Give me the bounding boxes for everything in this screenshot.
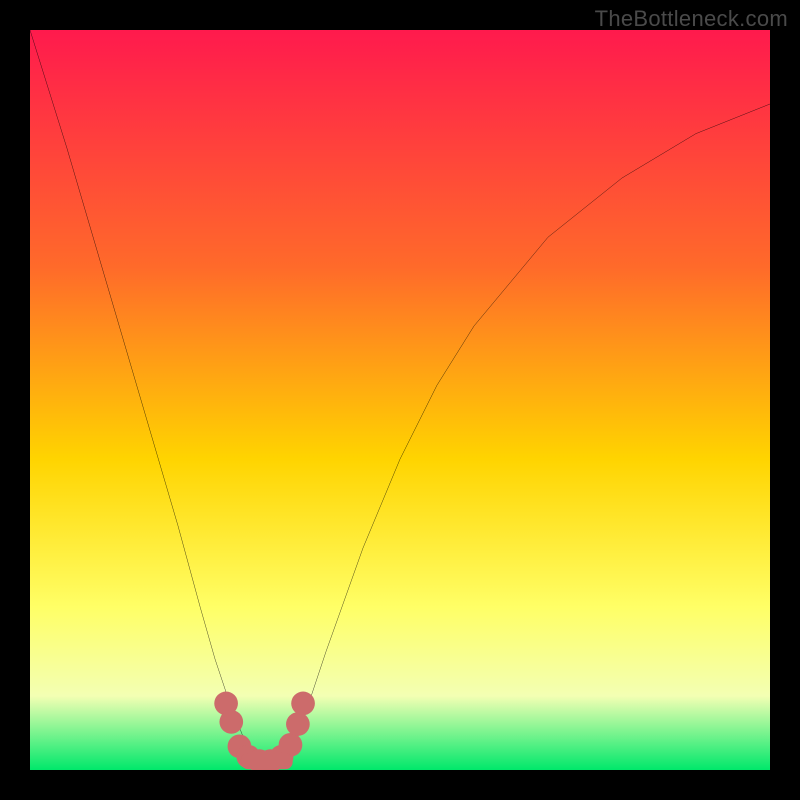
curve-marker — [286, 712, 310, 736]
curve-marker — [291, 692, 315, 716]
curve-marker — [219, 710, 243, 734]
curve-layer — [30, 30, 770, 770]
bottleneck-curve — [30, 30, 770, 763]
watermark-text: TheBottleneck.com — [595, 6, 788, 32]
chart-frame: TheBottleneck.com — [0, 0, 800, 800]
plot-area — [30, 30, 770, 770]
trough-bar — [241, 753, 293, 769]
